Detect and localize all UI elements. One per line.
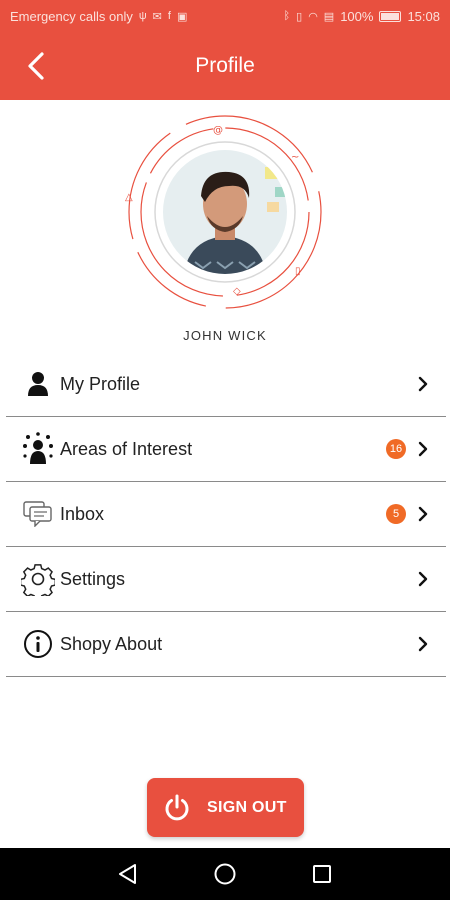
carrier-text: Emergency calls only xyxy=(10,8,133,24)
nav-back-button[interactable] xyxy=(108,854,148,894)
status-bar: Emergency calls only ψ ✉ f ▣ ᛒ ▯ ◠ ▤ 100… xyxy=(0,0,450,32)
menu-item-label: Settings xyxy=(60,568,126,589)
wifi-icon: ◠ xyxy=(308,10,318,23)
menu-item-settings[interactable]: Settings xyxy=(6,547,446,612)
svg-text:△: △ xyxy=(125,192,133,203)
chevron-right-icon xyxy=(416,504,430,524)
profile-menu: My Profile Areas of Interest 16 Inbox 5 … xyxy=(6,352,446,677)
avatar[interactable]: @ ~ △ ▯ ◇ xyxy=(125,112,325,312)
nav-recents-button[interactable] xyxy=(302,854,342,894)
clock: 15:08 xyxy=(407,8,440,24)
info-icon xyxy=(20,626,56,662)
profile-name: JOHN WICK xyxy=(183,328,267,343)
interests-icon xyxy=(20,431,56,467)
vibrate-icon: ▯ xyxy=(296,10,303,23)
page-title: Profile xyxy=(195,54,255,77)
svg-text:▯: ▯ xyxy=(295,266,301,277)
gear-icon xyxy=(20,561,56,597)
count-badge: 5 xyxy=(386,504,406,524)
person-icon xyxy=(20,366,56,402)
menu-item-areas-of-interest[interactable]: Areas of Interest 16 xyxy=(6,417,446,482)
menu-item-label: My Profile xyxy=(60,373,141,394)
gallery-icon: ▣ xyxy=(176,10,188,23)
menu-item-inbox[interactable]: Inbox 5 xyxy=(6,482,446,547)
sign-out-label: SIGN OUT xyxy=(207,798,287,816)
triangle-back-icon xyxy=(119,864,137,884)
svg-text:~: ~ xyxy=(291,152,299,163)
menu-item-my-profile[interactable]: My Profile xyxy=(6,352,446,417)
bluetooth-icon: ᛒ xyxy=(283,10,291,22)
svg-text:@: @ xyxy=(213,125,223,136)
sign-out-button[interactable]: SIGN OUT xyxy=(147,778,304,837)
signal-icon: ▤ xyxy=(323,10,335,23)
chevron-right-icon xyxy=(416,569,430,589)
menu-item-label: Inbox xyxy=(60,503,105,524)
battery-icon xyxy=(379,10,402,22)
battery-percent: 100% xyxy=(340,8,374,24)
power-icon xyxy=(157,788,197,828)
usb-icon: ψ xyxy=(138,10,147,22)
chevron-right-icon xyxy=(416,439,430,459)
menu-item-label: Areas of Interest xyxy=(60,438,193,459)
square-recents-icon xyxy=(312,865,331,883)
notification-icon: ✉ xyxy=(152,10,162,23)
count-badge: 16 xyxy=(386,439,406,459)
nav-home-button[interactable] xyxy=(205,854,245,894)
svg-text:◇: ◇ xyxy=(233,286,241,297)
chevron-right-icon xyxy=(416,634,430,654)
chat-icon xyxy=(20,496,56,532)
system-nav-bar xyxy=(0,848,450,900)
chevron-right-icon xyxy=(416,374,430,394)
facebook-icon: f xyxy=(167,10,171,22)
app-bar: Profile xyxy=(0,32,450,100)
circle-home-icon xyxy=(214,863,236,885)
menu-item-label: Shopy About xyxy=(60,633,163,654)
menu-item-shopy-about[interactable]: Shopy About xyxy=(6,612,446,677)
avatar-frame: @ ~ △ ▯ ◇ xyxy=(125,115,322,309)
